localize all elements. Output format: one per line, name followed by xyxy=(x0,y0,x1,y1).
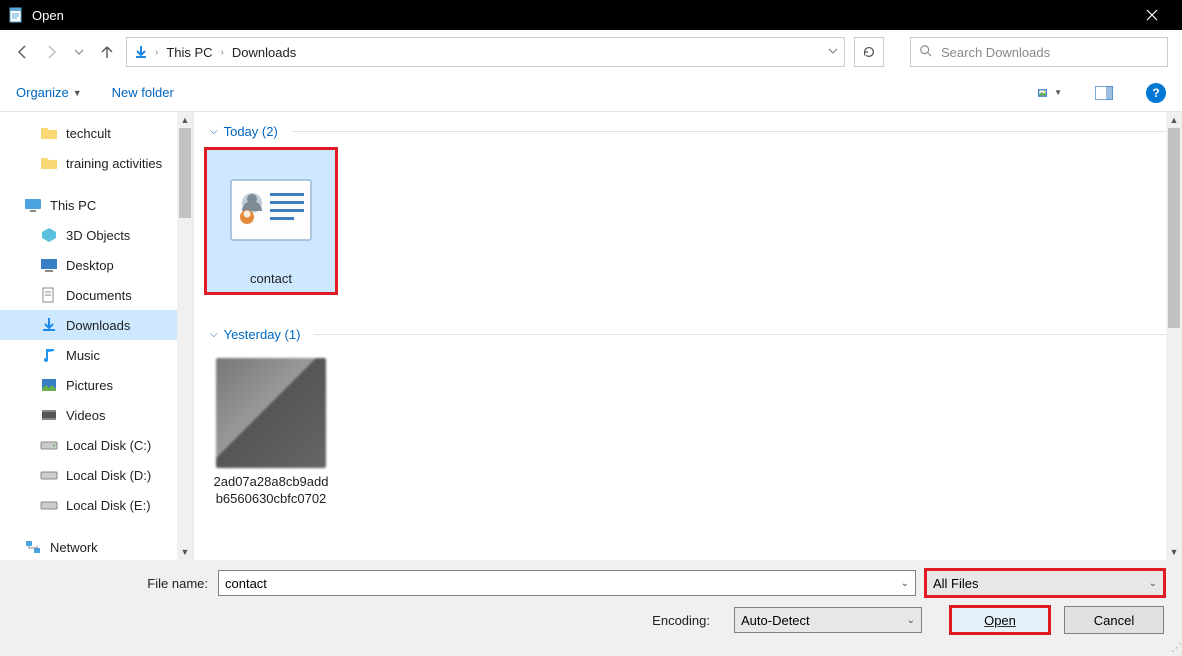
drive-icon xyxy=(40,436,58,454)
downloads-icon xyxy=(40,316,58,334)
tree-item-desktop[interactable]: Desktop xyxy=(0,250,177,280)
titlebar: Open xyxy=(0,0,1182,30)
encoding-label: Encoding: xyxy=(652,613,720,628)
file-list[interactable]: ⌵ Today (2) xyxy=(194,112,1182,560)
sidebar-scrollbar[interactable]: ▲ ▼ xyxy=(177,112,193,560)
chevron-down-icon: ⌵ xyxy=(210,329,218,340)
file-item-contact[interactable]: contact xyxy=(206,149,336,293)
chevron-down-icon[interactable]: ⌄ xyxy=(901,578,909,589)
chevron-down-icon: ▼ xyxy=(73,88,82,98)
chevron-down-icon: ⌵ xyxy=(210,126,218,137)
window-title: Open xyxy=(32,8,1130,23)
tree-item-drive-d[interactable]: Local Disk (D:) xyxy=(0,460,177,490)
file-type-filter[interactable]: All Files ⌄ xyxy=(926,570,1164,596)
tree-item-this-pc[interactable]: This PC xyxy=(0,190,177,220)
breadcrumb-current[interactable]: Downloads xyxy=(230,45,298,60)
music-icon xyxy=(40,346,58,364)
desktop-icon xyxy=(40,256,58,274)
chevron-down-icon: ▼ xyxy=(1054,88,1062,97)
view-menu[interactable]: ▼ xyxy=(1038,81,1062,105)
tree-item-documents[interactable]: Documents xyxy=(0,280,177,310)
scroll-down-icon[interactable]: ▼ xyxy=(177,544,193,560)
chevron-down-icon[interactable] xyxy=(828,46,838,59)
search-placeholder: Search Downloads xyxy=(941,45,1050,60)
chevron-down-icon[interactable]: ⌄ xyxy=(1149,578,1157,589)
filename-label: File name: xyxy=(18,576,218,591)
recent-dropdown-icon[interactable] xyxy=(70,43,88,61)
file-label: contact xyxy=(250,271,292,287)
folder-icon xyxy=(40,124,58,142)
chevron-right-icon: › xyxy=(221,47,224,58)
photo-thumbnail xyxy=(216,358,326,468)
nav-row: › This PC › Downloads Search Downloads xyxy=(0,30,1182,74)
tree-item-folder[interactable]: techcult xyxy=(0,118,177,148)
content-scrollbar[interactable]: ▲ ▼ xyxy=(1166,112,1182,560)
scroll-down-icon[interactable]: ▼ xyxy=(1166,544,1182,560)
preview-pane-button[interactable] xyxy=(1092,81,1116,105)
forward-button[interactable] xyxy=(42,43,60,61)
videos-icon xyxy=(40,406,58,424)
toolbar: Organize ▼ New folder ▼ ? xyxy=(0,74,1182,112)
encoding-select[interactable]: Auto-Detect ⌄ xyxy=(734,607,922,633)
address-bar[interactable]: › This PC › Downloads xyxy=(126,37,845,67)
new-folder-button[interactable]: New folder xyxy=(112,85,174,100)
documents-icon xyxy=(40,286,58,304)
tree-item-folder[interactable]: training activities xyxy=(0,148,177,178)
tree-item-videos[interactable]: Videos xyxy=(0,400,177,430)
drive-icon xyxy=(40,496,58,514)
scrollbar-thumb[interactable] xyxy=(179,128,191,218)
scrollbar-thumb[interactable] xyxy=(1168,128,1180,328)
sidebar: techcult training activities This PC 3D … xyxy=(0,112,194,560)
breadcrumb-root[interactable]: This PC xyxy=(164,45,214,60)
contact-file-icon xyxy=(216,155,326,265)
bottom-panel: File name: contact ⌄ All Files ⌄ Encodin… xyxy=(0,560,1182,656)
3d-icon xyxy=(40,226,58,244)
refresh-button[interactable] xyxy=(854,37,884,67)
group-header[interactable]: ⌵ Yesterday (1) xyxy=(194,315,1182,348)
chevron-down-icon[interactable]: ⌄ xyxy=(907,615,915,626)
filename-input[interactable]: contact ⌄ xyxy=(218,570,916,596)
search-input[interactable]: Search Downloads xyxy=(910,37,1168,67)
help-button[interactable]: ? xyxy=(1146,83,1166,103)
organize-menu[interactable]: Organize ▼ xyxy=(16,85,82,100)
folder-icon xyxy=(40,154,58,172)
drive-icon xyxy=(40,466,58,484)
scroll-up-icon[interactable]: ▲ xyxy=(177,112,193,128)
group-header[interactable]: ⌵ Today (2) xyxy=(194,112,1182,145)
pc-icon xyxy=(24,196,42,214)
pictures-icon xyxy=(40,376,58,394)
downloads-icon xyxy=(133,44,149,60)
cancel-button[interactable]: Cancel xyxy=(1064,606,1164,634)
open-button[interactable]: Open xyxy=(950,606,1050,634)
up-button[interactable] xyxy=(98,43,116,61)
tree-item-downloads[interactable]: Downloads xyxy=(0,310,177,340)
resize-grip[interactable]: ⋰ xyxy=(1171,641,1180,654)
tree-item-network[interactable]: Network xyxy=(0,532,177,560)
network-icon xyxy=(24,538,42,556)
search-icon xyxy=(919,44,933,61)
tree-item-3d-objects[interactable]: 3D Objects xyxy=(0,220,177,250)
file-label: 2ad07a28a8cb9addb6560630cbfc0702 xyxy=(210,474,332,507)
tree-item-music[interactable]: Music xyxy=(0,340,177,370)
back-button[interactable] xyxy=(14,43,32,61)
tree-item-drive-c[interactable]: Local Disk (C:) xyxy=(0,430,177,460)
close-button[interactable] xyxy=(1130,0,1174,30)
tree-item-pictures[interactable]: Pictures xyxy=(0,370,177,400)
scroll-up-icon[interactable]: ▲ xyxy=(1166,112,1182,128)
chevron-right-icon: › xyxy=(155,47,158,58)
file-item-photo[interactable]: 2ad07a28a8cb9addb6560630cbfc0702 xyxy=(206,352,336,513)
notepad-icon xyxy=(8,7,24,23)
tree-item-drive-e[interactable]: Local Disk (E:) xyxy=(0,490,177,520)
